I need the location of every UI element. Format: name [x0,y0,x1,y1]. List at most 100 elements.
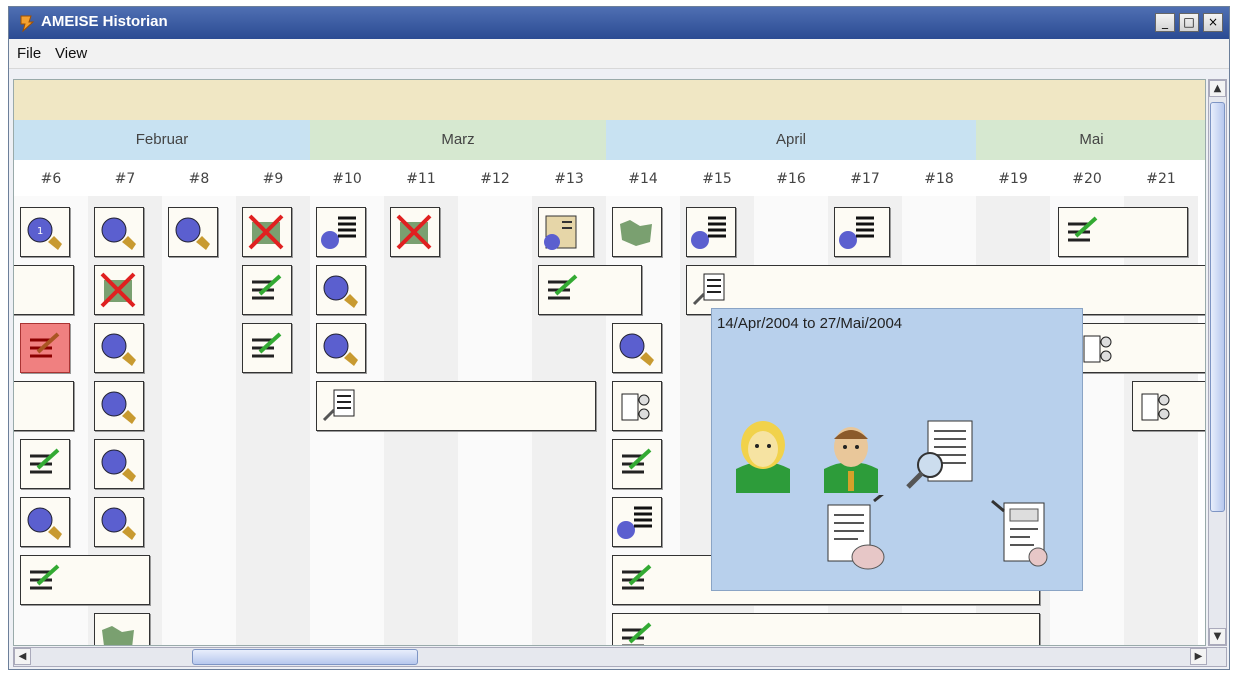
activity-task[interactable] [94,265,144,315]
activity-task[interactable] [316,323,366,373]
activity-task[interactable] [20,439,70,489]
checklist-icon [252,274,282,300]
activity-task[interactable] [612,439,662,489]
activity-task[interactable] [612,207,662,257]
activity-task[interactable] [612,323,662,373]
maximize-button[interactable]: □ [1179,13,1199,32]
scroll-down-button[interactable]: ▼ [1209,628,1226,645]
menu-view[interactable]: View [55,45,87,62]
cancelled-x-icon [396,214,432,250]
week-label: #19 [998,171,1028,187]
menu-file[interactable]: File [17,45,41,62]
week-label: #8 [188,171,210,187]
week-label: #15 [702,171,732,187]
spec-doc-icon [544,215,577,250]
activity-task[interactable] [94,439,144,489]
scroll-up-button[interactable]: ▲ [1209,80,1226,97]
activity-task[interactable] [316,265,366,315]
week-label: #12 [480,171,510,187]
month-header-mai: Mai [976,120,1205,160]
activity-task[interactable] [612,381,662,431]
minimize-button[interactable]: _ [1155,13,1175,32]
activity-task[interactable] [316,207,366,257]
scroll-right-button[interactable]: ▶ [1190,648,1207,665]
activity-task[interactable] [20,555,150,605]
team-member-icon [736,421,790,493]
activity-task[interactable] [612,613,1040,645]
activity-task[interactable] [390,207,440,257]
activity-task[interactable] [94,207,144,257]
horizontal-scroll-thumb[interactable] [192,649,418,665]
vertical-scroll-thumb[interactable] [1210,102,1225,512]
week-column [236,196,310,645]
document-icon [617,506,652,539]
activity-task[interactable] [316,381,596,431]
checklist-icon [252,332,282,358]
document-icon [321,216,356,249]
activity-task[interactable] [538,265,642,315]
map-icon [620,220,652,246]
clock-person-icon [27,507,62,540]
week-label: #10 [332,171,362,187]
checklist-icon [622,448,652,474]
activity-task[interactable] [242,323,292,373]
clock-person-icon [101,391,136,424]
close-button[interactable]: × [1203,13,1223,32]
week-label: #17 [850,171,880,187]
vertical-scrollbar[interactable]: ▲ ▼ [1208,79,1227,646]
clock-person-icon [175,217,210,250]
clock-person-icon [323,275,358,308]
week-label: #9 [262,171,284,187]
week-label: #20 [1072,171,1102,187]
activity-task[interactable] [686,207,736,257]
app-window: AMEISE Historian _ □ × File View Februar… [8,6,1230,670]
week-label: #6 [40,171,62,187]
review-doc-icon [322,389,355,422]
title-bar[interactable]: AMEISE Historian _ □ × [9,7,1229,39]
week-label: #11 [406,171,436,187]
activity-task[interactable] [94,497,144,547]
clock-person-icon [101,333,136,366]
activity-task[interactable] [538,207,594,257]
checklist-icon [30,448,60,474]
activity-task[interactable] [612,497,662,547]
month-header-april: April [606,120,976,160]
activity-task[interactable] [1132,381,1205,431]
activity-task[interactable] [242,265,292,315]
activity-task[interactable] [94,323,144,373]
document-icon [691,216,726,249]
spec-doc-icon [1083,335,1112,363]
activity-task[interactable] [168,207,218,257]
month-header-marz: Marz [310,120,606,160]
activity-task[interactable] [834,207,890,257]
app-icon [20,15,35,32]
activity-task[interactable] [1074,323,1205,373]
window-title: AMEISE Historian [41,13,168,30]
timeline-view[interactable]: Februar Marz April Mai #6 #7 #8 #9 #10 #… [13,79,1206,646]
activity-task[interactable]: 1 [20,207,70,257]
month-header-februar: Februar [14,120,310,160]
activity-task[interactable] [14,381,74,431]
activity-task[interactable] [94,381,144,431]
checklist-icon [622,622,652,645]
week-column [162,196,236,645]
document-edit-icon [827,495,885,570]
checklist-icon [30,564,60,590]
checklist-icon [30,332,60,358]
spec-doc-icon [991,499,1048,567]
activity-task-alert[interactable] [20,323,70,373]
timeline-top-band [14,80,1205,120]
activity-task[interactable] [1058,207,1188,257]
week-label: #7 [114,171,136,187]
activity-detail-popup: 14/Apr/2004 to 27/Mai/2004 [711,308,1083,591]
spec-doc-icon [1141,393,1170,421]
activity-task[interactable] [20,497,70,547]
scroll-left-button[interactable]: ◀ [14,648,31,665]
week-label: #14 [628,171,658,187]
horizontal-scrollbar[interactable]: ◀ ▶ [13,647,1227,667]
activity-task[interactable] [94,613,150,645]
activity-task[interactable] [242,207,292,257]
activity-task[interactable] [14,265,74,315]
clock-person-icon [101,217,136,250]
clock-person-icon: 1 [27,217,62,250]
